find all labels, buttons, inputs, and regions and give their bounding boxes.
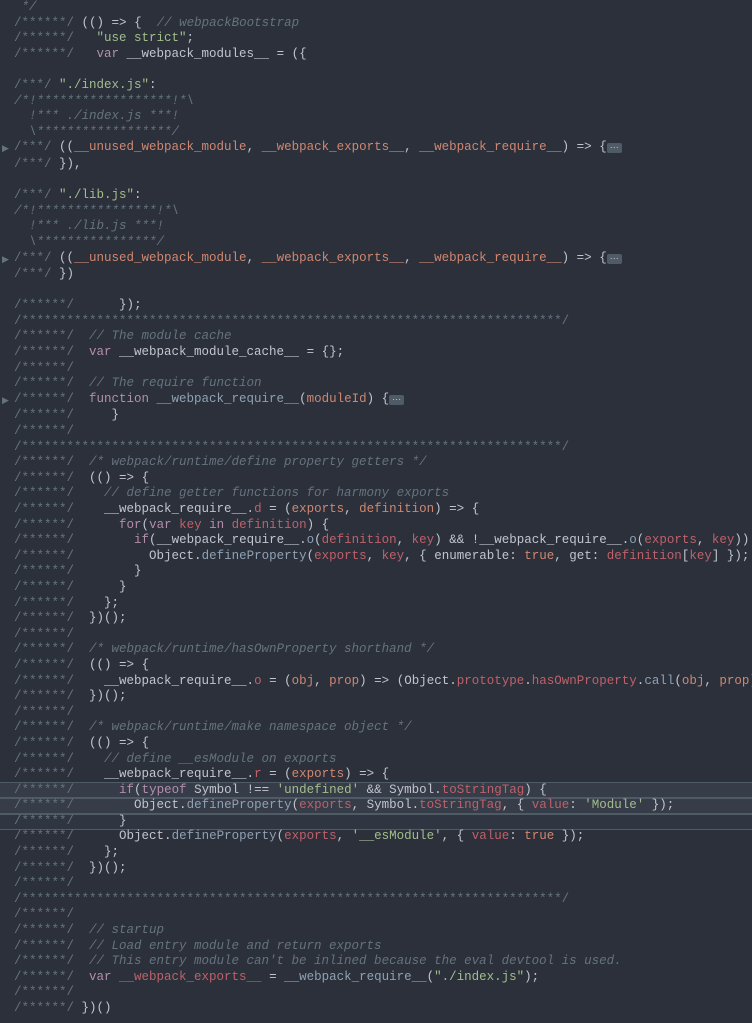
code-line: /******/ (() => { // webpackBootstrap [0, 16, 752, 32]
code-line: /******/ // define getter functions for … [0, 486, 752, 502]
code-line: /******/ (() => { [0, 736, 752, 752]
code-line: /******/ })(); [0, 861, 752, 877]
code-line: /******/ // define __esModule on exports [0, 752, 752, 768]
code-line: /******/ __webpack_require__.o = (obj, p… [0, 674, 752, 690]
fold-marker[interactable]: ⋯ [389, 395, 404, 405]
code-line: /******/ /* webpack/runtime/make namespa… [0, 720, 752, 736]
code-line: /******/ (() => { [0, 658, 752, 674]
code-line: /******/ } [0, 564, 752, 580]
code-editor[interactable]: */ /******/ (() => { // webpackBootstrap… [0, 0, 752, 1017]
code-line: /******/ } [0, 580, 752, 596]
code-line: /******/ "use strict"; [0, 31, 752, 47]
code-line: /******/ var __webpack_exports__ = __web… [0, 970, 752, 986]
code-line: */ [0, 0, 752, 16]
code-line: /******/ (() => { [0, 471, 752, 487]
code-line: /******/ [0, 705, 752, 721]
fold-marker[interactable]: ⋯ [607, 143, 622, 153]
fold-chevron-icon[interactable]: ▶ [2, 142, 9, 158]
code-line-highlighted: /******/ } [0, 814, 752, 830]
code-line: /******/ })(); [0, 611, 752, 627]
code-line: ▶/***/ ((__unused_webpack_module, __webp… [0, 251, 752, 268]
code-line: /******/ var __webpack_module_cache__ = … [0, 345, 752, 361]
code-line: /***/ "./lib.js": [0, 188, 752, 204]
code-line: /******/ if(__webpack_require__.o(defini… [0, 533, 752, 549]
code-line-highlighted: /******/ Object.defineProperty(exports, … [0, 798, 752, 814]
code-line: /******/ // startup [0, 923, 752, 939]
code-line: /******/ [0, 627, 752, 643]
code-line: /***************************************… [0, 440, 752, 456]
code-line: /***************************************… [0, 892, 752, 908]
code-line: /******/ /* webpack/runtime/hasOwnProper… [0, 642, 752, 658]
code-line: /******/ var __webpack_modules__ = ({ [0, 47, 752, 63]
code-line: /*!******************!*\ [0, 94, 752, 110]
code-line: /******/ // Load entry module and return… [0, 939, 752, 955]
code-line: /******/ }; [0, 596, 752, 612]
code-line: /*!****************!*\ [0, 204, 752, 220]
code-line: /******/ /* webpack/runtime/define prope… [0, 455, 752, 471]
code-line: ▶/***/ ((__unused_webpack_module, __webp… [0, 140, 752, 157]
code-line: !*** ./index.js ***! [0, 109, 752, 125]
blank-line [0, 173, 752, 189]
code-line: /******/ }); [0, 298, 752, 314]
code-line: !*** ./lib.js ***! [0, 219, 752, 235]
code-line: /******/ [0, 361, 752, 377]
code-line: /******/ }; [0, 845, 752, 861]
code-line: /******/ [0, 907, 752, 923]
blank-line [0, 283, 752, 299]
code-line: /******/ })() [0, 1001, 752, 1017]
code-line: /******/ __webpack_require__.r = (export… [0, 767, 752, 783]
code-line: /******/ [0, 876, 752, 892]
code-line: /******/ // This entry module can't be i… [0, 954, 752, 970]
code-line: /******/ [0, 985, 752, 1001]
code-line: /******/ })(); [0, 689, 752, 705]
code-line: /***/ }), [0, 157, 752, 173]
code-line: \****************/ [0, 235, 752, 251]
code-line: /******/ for(var key in definition) { [0, 518, 752, 534]
code-line: /******/ Object.defineProperty(exports, … [0, 829, 752, 845]
code-line: /***/ "./index.js": [0, 78, 752, 94]
code-line: /******/ Object.defineProperty(exports, … [0, 549, 752, 565]
fold-chevron-icon[interactable]: ▶ [2, 253, 9, 269]
code-line: /******/ // The require function [0, 376, 752, 392]
code-line: /***/ }) [0, 267, 752, 283]
code-line-highlighted: /******/ if(typeof Symbol !== 'undefined… [0, 783, 752, 799]
blank-line [0, 62, 752, 78]
fold-chevron-icon[interactable]: ▶ [2, 394, 9, 410]
code-line: /******/ [0, 424, 752, 440]
code-line: \******************/ [0, 125, 752, 141]
code-line: /***************************************… [0, 314, 752, 330]
code-line: ▶/******/ function __webpack_require__(m… [0, 392, 752, 409]
comment-text: */ [14, 0, 37, 14]
fold-marker[interactable]: ⋯ [607, 254, 622, 264]
code-line: /******/ } [0, 408, 752, 424]
code-line: /******/ // The module cache [0, 329, 752, 345]
code-line: /******/ __webpack_require__.d = (export… [0, 502, 752, 518]
